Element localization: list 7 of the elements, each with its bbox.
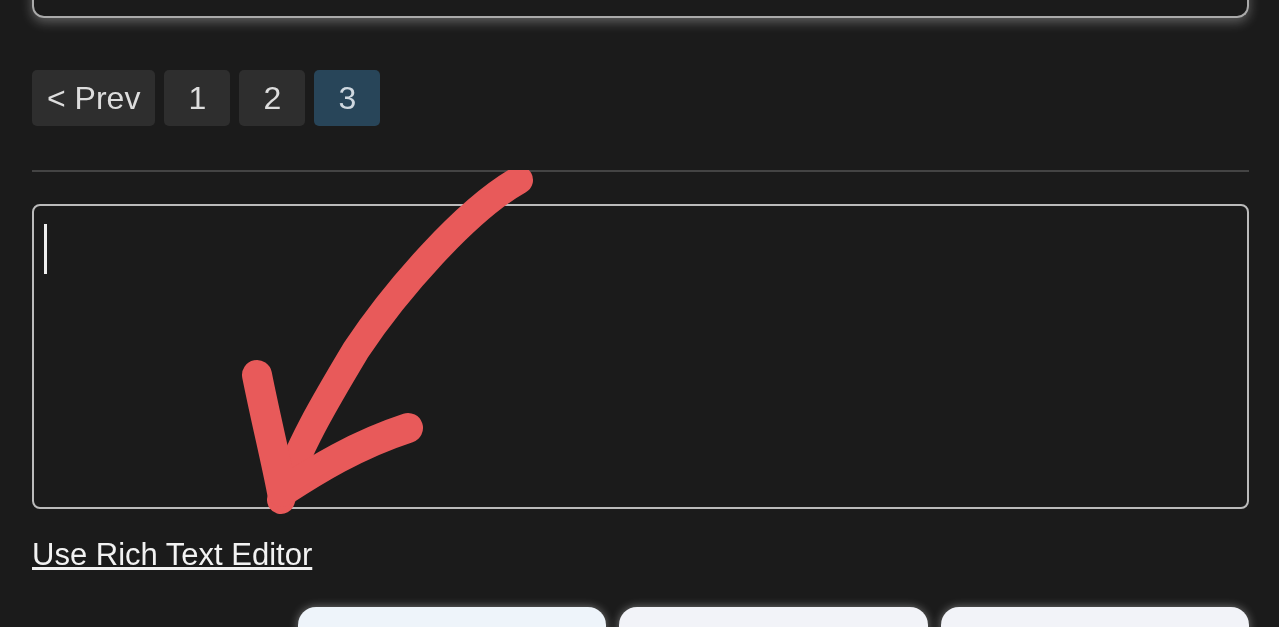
page-button[interactable]: 3: [314, 70, 381, 126]
page-button[interactable]: < Prev: [32, 70, 156, 126]
page-button[interactable]: 2: [239, 70, 306, 126]
rich-text-editor-link[interactable]: Use Rich Text Editor: [32, 537, 313, 573]
text-area[interactable]: [32, 204, 1249, 509]
page-button[interactable]: 1: [164, 70, 231, 126]
text-cursor-icon: [44, 224, 47, 274]
